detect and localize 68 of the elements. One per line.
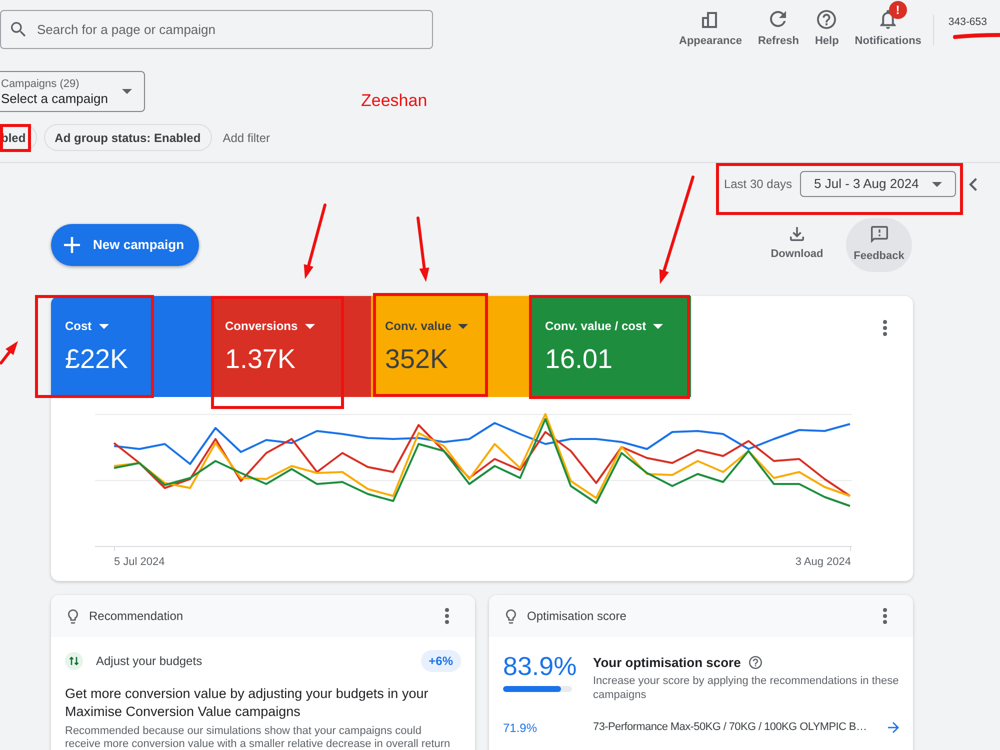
collapse-button[interactable] xyxy=(969,178,977,190)
help-icon xyxy=(748,656,762,670)
metric-selector[interactable]: Conv. value xyxy=(385,317,468,335)
caret-icon xyxy=(304,324,315,328)
refresh-button[interactable]: Refresh xyxy=(758,0,799,50)
annotation-text: Zeeshan xyxy=(361,90,428,112)
notification-badge: ! xyxy=(888,1,907,19)
more-options-button[interactable] xyxy=(445,608,449,624)
caret-icon xyxy=(98,324,109,328)
lightbulb-icon xyxy=(506,608,516,624)
search-icon xyxy=(11,22,26,37)
more-options-button[interactable] xyxy=(883,320,887,336)
account-number: 343-653 xyxy=(948,15,987,30)
card-title: Optimisation score xyxy=(527,608,626,625)
help-button[interactable]: Help xyxy=(814,0,839,50)
axis-label: 3 Aug 2024 xyxy=(795,555,851,570)
axis-label: 5 Jul 2024 xyxy=(114,555,165,570)
caret-icon xyxy=(122,89,132,94)
metric-value: 352K xyxy=(385,346,448,373)
optimisation-description: Increase your score by applying the recommendations in these campaigns xyxy=(593,674,899,702)
highlight-frame xyxy=(0,124,31,152)
redaction-line xyxy=(953,33,1000,39)
more-options-icon xyxy=(445,608,449,624)
add-filter-link[interactable]: Add filter xyxy=(222,128,270,146)
campaign-name: 73-Performance Max-50KG / 70KG / 100KG OLYMPIC B… xyxy=(593,720,867,736)
plus-icon xyxy=(64,237,80,253)
more-options-icon xyxy=(883,608,887,624)
arrow-right-icon xyxy=(888,722,899,733)
metric-selector[interactable]: Cost xyxy=(65,317,109,335)
date-range-dropdown[interactable]: 5 Jul - 3 Aug 2024 xyxy=(800,171,956,197)
caret-icon xyxy=(458,324,468,328)
optimisation-heading: Your optimisation score xyxy=(593,654,741,672)
campaign-dropdown[interactable]: Campaigns (29) Select a campaign xyxy=(0,71,145,112)
metric-value: 1.37K xyxy=(225,346,296,373)
more-options-icon xyxy=(883,320,887,336)
optimisation-score-value: 83.9% xyxy=(503,652,578,680)
more-options-button[interactable] xyxy=(883,608,887,624)
new-campaign-button[interactable]: New campaign xyxy=(51,224,199,266)
up-down-arrows-icon xyxy=(65,652,83,670)
lightbulb-icon xyxy=(68,608,78,624)
date-preset-label: Last 30 days xyxy=(724,176,792,193)
caret-icon xyxy=(932,182,942,186)
download-button[interactable]: Download xyxy=(770,218,824,272)
help-icon xyxy=(817,10,836,28)
campaign-score: 71.9% xyxy=(503,720,538,736)
open-campaign-button[interactable] xyxy=(888,722,899,733)
metric-selector[interactable]: Conversions xyxy=(225,317,315,335)
annotation-arrow xyxy=(416,216,430,282)
filter-chip[interactable]: Ad group status: Enabled xyxy=(44,124,212,151)
recommendation-headline: Get more conversion value by adjusting your budgets in your Maximise Conversion Value campaigns xyxy=(65,685,430,721)
caret-icon xyxy=(653,324,664,328)
recommendation-item: Adjust your budgets xyxy=(96,653,202,670)
recommendation-description: Recommended because our simulations show that your campaigns could receive more conversion value with a smaller relative decrease in overall return xyxy=(65,725,452,750)
notifications-button[interactable]: Notifications ! xyxy=(854,0,922,50)
download-icon xyxy=(790,227,804,242)
panels-icon xyxy=(702,10,718,28)
refresh-icon xyxy=(770,11,786,27)
feedback-icon xyxy=(870,226,888,243)
card-title: Recommendation xyxy=(89,608,184,625)
feedback-button[interactable]: Feedback xyxy=(846,218,912,272)
chevron-left-icon xyxy=(969,178,977,190)
annotation-arrow xyxy=(0,341,18,364)
uplift-badge: +6% xyxy=(420,650,461,672)
appearance-button[interactable]: Appearance xyxy=(679,0,742,50)
metric-selector[interactable]: Conv. value / cost xyxy=(545,317,664,335)
metric-value: £22K xyxy=(65,346,128,373)
search-field[interactable]: Search for a page or campaign xyxy=(0,10,433,49)
metric-value: 16.01 xyxy=(545,346,613,373)
